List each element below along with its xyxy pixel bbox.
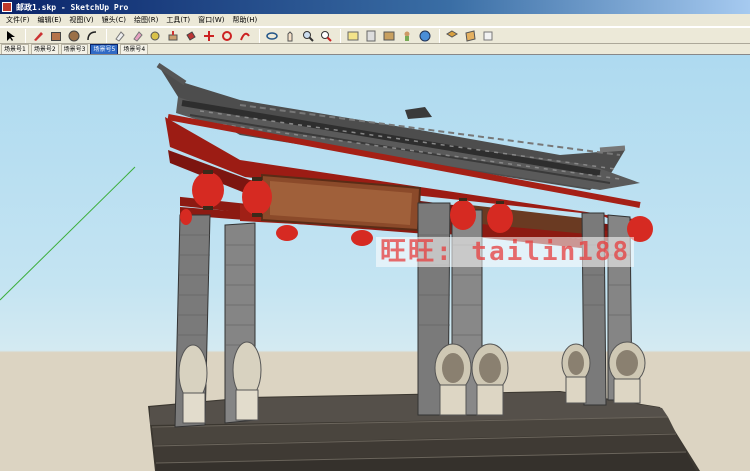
scene-tabs: 场景号1 场景号2 场景号3 场景号5 场景号4 xyxy=(0,44,750,55)
menu-file[interactable]: 文件(F) xyxy=(2,15,34,25)
eraser-icon-2[interactable] xyxy=(129,28,144,43)
position-camera-icon[interactable] xyxy=(381,28,396,43)
menu-window[interactable]: 窗口(W) xyxy=(194,15,228,25)
toolbar-separator xyxy=(25,28,26,43)
menu-view[interactable]: 视图(V) xyxy=(65,15,97,25)
eraser-icon[interactable] xyxy=(111,28,126,43)
main-toolbar xyxy=(0,27,750,44)
circle-icon[interactable] xyxy=(66,28,81,43)
scene-tab-2[interactable]: 场景号2 xyxy=(30,44,59,54)
rectangle-icon[interactable] xyxy=(48,28,63,43)
pan-icon[interactable] xyxy=(282,28,297,43)
toolbar-separator xyxy=(439,28,440,43)
scene-tab-3[interactable]: 场景号3 xyxy=(60,44,89,54)
select-arrow-icon[interactable] xyxy=(3,28,18,43)
zoom-extents-icon[interactable] xyxy=(318,28,333,43)
zoom-icon[interactable] xyxy=(300,28,315,43)
look-around-icon[interactable] xyxy=(399,28,414,43)
paint-bucket-icon[interactable] xyxy=(183,28,198,43)
geo-location-icon[interactable] xyxy=(417,28,432,43)
walk-icon[interactable] xyxy=(345,28,360,43)
follow-me-icon[interactable] xyxy=(237,28,252,43)
menu-tools[interactable]: 工具(T) xyxy=(162,15,194,25)
styles-icon[interactable] xyxy=(480,28,495,43)
green-axis-line xyxy=(0,166,136,301)
toolbar-separator xyxy=(106,28,107,43)
model-viewport[interactable]: 旺旺: tailin188 xyxy=(0,55,750,471)
materials-icon[interactable] xyxy=(462,28,477,43)
orbit-icon[interactable] xyxy=(264,28,279,43)
tape-measure-icon[interactable] xyxy=(147,28,162,43)
push-pull-icon[interactable] xyxy=(165,28,180,43)
menu-help[interactable]: 帮助(H) xyxy=(228,15,261,25)
window-title: 邮政1.skp - SketchUp Pro xyxy=(16,2,129,12)
menu-camera[interactable]: 镜头(C) xyxy=(98,15,130,25)
move-icon[interactable] xyxy=(201,28,216,43)
menu-draw[interactable]: 绘图(R) xyxy=(130,15,162,25)
archway-model xyxy=(0,62,700,471)
scene-tab-4[interactable]: 场景号4 xyxy=(120,44,149,54)
pencil-line-icon[interactable] xyxy=(30,28,45,43)
toolbar-separator xyxy=(259,28,260,43)
menu-bar: 文件(F) 编辑(E) 视图(V) 镜头(C) 绘图(R) 工具(T) 窗口(W… xyxy=(0,14,750,27)
menu-edit[interactable]: 编辑(E) xyxy=(34,15,66,25)
sketchup-app-icon xyxy=(2,2,12,12)
section-icon[interactable] xyxy=(363,28,378,43)
watermark-text: 旺旺: tailin188 xyxy=(376,237,635,267)
toolbar-separator xyxy=(340,28,341,43)
arc-icon[interactable] xyxy=(84,28,99,43)
rotate-icon[interactable] xyxy=(219,28,234,43)
title-bar: 邮政1.skp - SketchUp Pro xyxy=(0,0,750,14)
scene-tab-1[interactable]: 场景号1 xyxy=(1,44,29,54)
scene-tab-5[interactable]: 场景号5 xyxy=(90,44,119,54)
components-icon[interactable] xyxy=(444,28,459,43)
